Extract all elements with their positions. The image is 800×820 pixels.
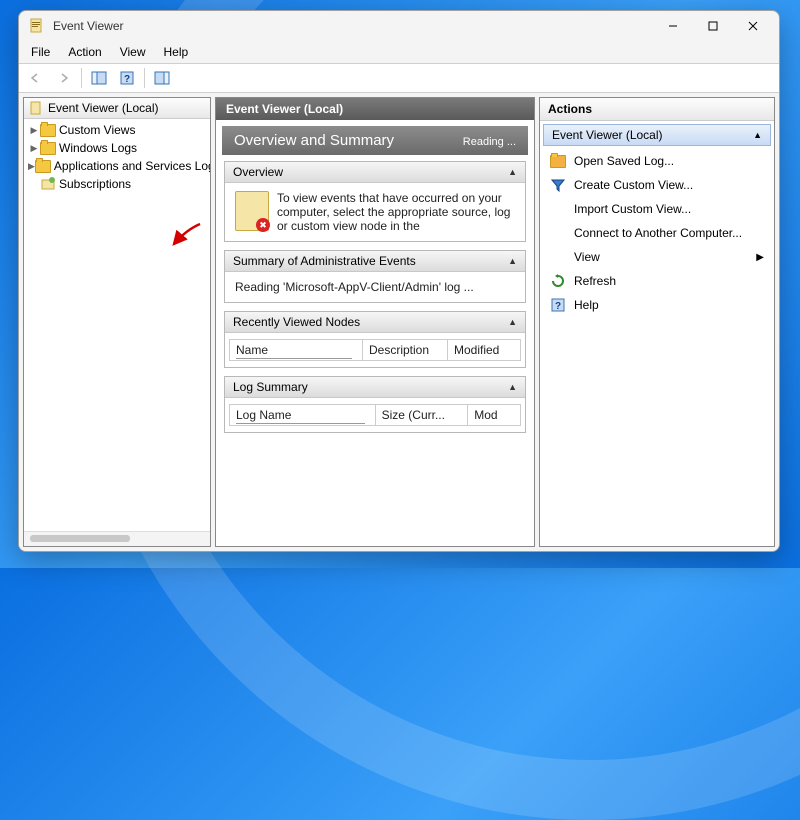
section-header-logsum[interactable]: Log Summary ▲ (225, 377, 525, 398)
tree-pane: Event Viewer (Local) ▶ Custom Views ▶ Wi… (23, 97, 211, 547)
close-button[interactable] (733, 12, 773, 40)
forward-button (51, 66, 77, 90)
toolbar: ? (19, 63, 779, 93)
maximize-button[interactable] (693, 12, 733, 40)
section-log-summary: Log Summary ▲ Log Name Size (Curr... Mod (224, 376, 526, 433)
blank-icon (550, 249, 566, 265)
admin-status-text: Reading 'Microsoft-AppV-Client/Admin' lo… (235, 280, 474, 294)
menu-help[interactable]: Help (156, 43, 197, 61)
submenu-arrow-icon: ▶ (756, 252, 764, 263)
refresh-icon (550, 273, 566, 289)
svg-text:?: ? (124, 74, 130, 85)
center-header: Event Viewer (Local) (216, 98, 534, 120)
section-recent-nodes: Recently Viewed Nodes ▲ Name Description… (224, 311, 526, 368)
titlebar[interactable]: Event Viewer (19, 11, 779, 41)
show-hide-action-button[interactable] (149, 66, 175, 90)
col-name[interactable]: Name (230, 340, 363, 360)
section-label: Recently Viewed Nodes (233, 315, 360, 329)
collapse-icon[interactable]: ▲ (753, 130, 762, 140)
section-label: Log Summary (233, 380, 308, 394)
action-label: Help (574, 298, 599, 312)
section-header-admin[interactable]: Summary of Administrative Events ▲ (225, 251, 525, 272)
menu-view[interactable]: View (112, 43, 154, 61)
action-create-custom-view[interactable]: Create Custom View... (540, 173, 774, 197)
action-view-submenu[interactable]: View ▶ (540, 245, 774, 269)
horizontal-scrollbar[interactable] (24, 531, 210, 546)
col-mod[interactable]: Mod (468, 405, 520, 425)
tree-node-app-services[interactable]: ▶ Applications and Services Logs (24, 157, 210, 175)
overview-title-bar: Overview and Summary Reading ... (222, 126, 528, 155)
col-size[interactable]: Size (Curr... (376, 405, 469, 425)
minimize-button[interactable] (653, 12, 693, 40)
actions-context-header[interactable]: Event Viewer (Local) ▲ (543, 124, 771, 146)
back-button (23, 66, 49, 90)
window-title: Event Viewer (53, 19, 653, 33)
tree-label: Subscriptions (59, 177, 131, 191)
help-icon: ? (550, 297, 566, 313)
action-open-saved-log[interactable]: Open Saved Log... (540, 149, 774, 173)
logsum-columns: Log Name Size (Curr... Mod (229, 404, 521, 426)
expand-icon[interactable]: ▶ (28, 143, 40, 154)
overview-text: To view events that have occurred on you… (277, 191, 515, 233)
action-help[interactable]: ? Help (540, 293, 774, 317)
help-button[interactable]: ? (114, 66, 140, 90)
recent-columns: Name Description Modified (229, 339, 521, 361)
svg-text:?: ? (555, 301, 561, 312)
show-hide-tree-button[interactable] (86, 66, 112, 90)
tree-root[interactable]: Event Viewer (Local) (24, 98, 210, 119)
tree-root-label: Event Viewer (Local) (48, 101, 159, 115)
menu-action[interactable]: Action (60, 43, 109, 61)
menubar: File Action View Help (19, 41, 779, 63)
action-label: Create Custom View... (574, 178, 693, 192)
overview-title: Overview and Summary (234, 132, 394, 149)
actions-header: Actions (540, 98, 774, 121)
action-label: Import Custom View... (574, 202, 691, 216)
section-label: Overview (233, 165, 283, 179)
action-label: View (574, 250, 600, 264)
collapse-icon[interactable]: ▲ (508, 317, 517, 327)
folder-icon (35, 158, 51, 174)
collapse-icon[interactable]: ▲ (508, 167, 517, 177)
actions-pane: Actions Event Viewer (Local) ▲ Open Save… (539, 97, 775, 547)
menu-file[interactable]: File (23, 43, 58, 61)
reading-status: Reading ... (463, 136, 516, 148)
col-log-name[interactable]: Log Name (230, 405, 376, 425)
collapse-icon[interactable]: ▲ (508, 382, 517, 392)
tree-node-windows-logs[interactable]: ▶ Windows Logs (24, 139, 210, 157)
section-header-recent[interactable]: Recently Viewed Nodes ▲ (225, 312, 525, 333)
event-viewer-window: Event Viewer File Action View Help ? Eve… (18, 10, 780, 552)
section-label: Summary of Administrative Events (233, 254, 416, 268)
section-overview: Overview ▲ To view events that have occu… (224, 161, 526, 242)
center-pane: Event Viewer (Local) Overview and Summar… (215, 97, 535, 547)
folder-icon (40, 140, 56, 156)
action-refresh[interactable]: Refresh (540, 269, 774, 293)
app-icon (29, 18, 45, 34)
folder-icon (40, 122, 56, 138)
tree-node-custom-views[interactable]: ▶ Custom Views (24, 121, 210, 139)
tree-label: Custom Views (59, 123, 135, 137)
expand-icon[interactable]: ▶ (28, 125, 40, 136)
filter-icon (550, 177, 566, 193)
tree-label: Applications and Services Logs (54, 159, 210, 173)
action-connect-computer[interactable]: Connect to Another Computer... (540, 221, 774, 245)
col-modified[interactable]: Modified (448, 340, 520, 360)
section-header-overview[interactable]: Overview ▲ (225, 162, 525, 183)
action-label: Connect to Another Computer... (574, 226, 742, 240)
col-description[interactable]: Description (363, 340, 448, 360)
collapse-icon[interactable]: ▲ (508, 256, 517, 266)
action-import-custom-view[interactable]: Import Custom View... (540, 197, 774, 221)
section-admin-events: Summary of Administrative Events ▲ Readi… (224, 250, 526, 303)
action-label: Refresh (574, 274, 616, 288)
event-viewer-icon (28, 100, 44, 116)
tree-node-subscriptions[interactable]: Subscriptions (24, 175, 210, 193)
event-error-icon (235, 191, 269, 231)
action-label: Open Saved Log... (574, 154, 674, 168)
open-folder-icon (550, 153, 566, 169)
blank-icon (550, 225, 566, 241)
actions-context-label: Event Viewer (Local) (552, 128, 663, 142)
blank-icon (550, 201, 566, 217)
tree-label: Windows Logs (59, 141, 137, 155)
expand-icon[interactable]: ▶ (28, 161, 35, 172)
subscriptions-icon (40, 176, 56, 192)
